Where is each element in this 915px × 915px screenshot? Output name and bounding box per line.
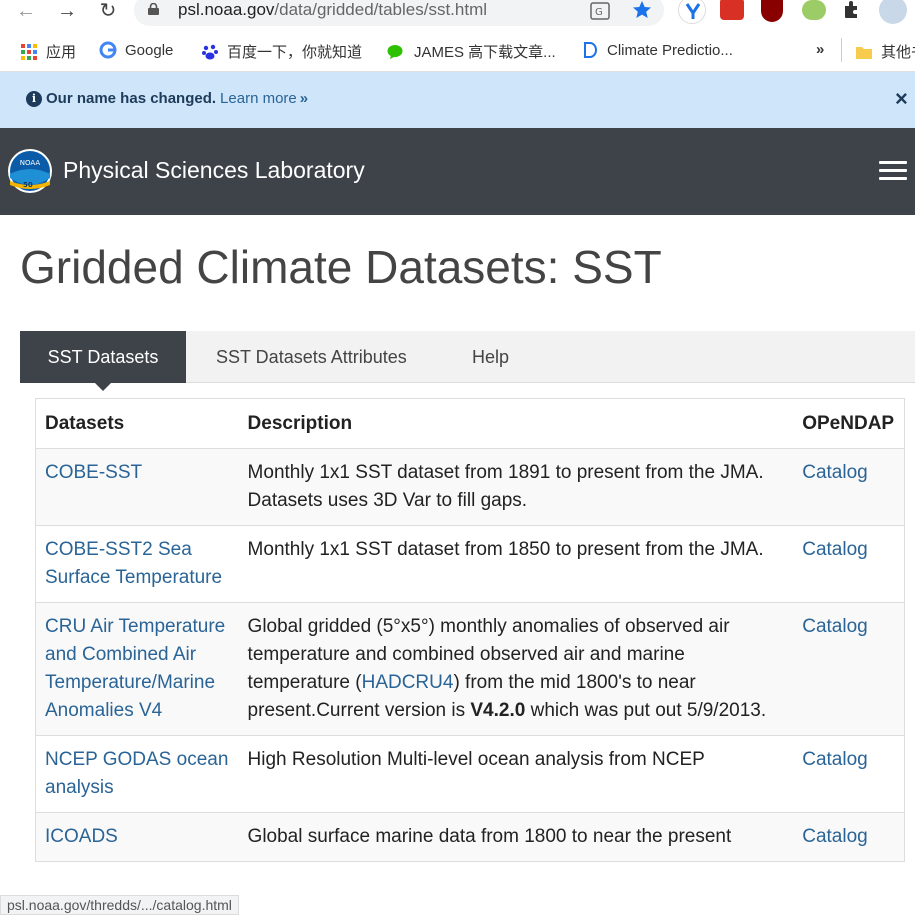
- folder-icon: [856, 46, 872, 59]
- url-text: psl.noaa.gov/data/gridded/tables/sst.htm…: [178, 0, 488, 19]
- more-icon: »: [816, 41, 825, 58]
- reload-icon[interactable]: ↻: [96, 0, 120, 24]
- extensions-icon[interactable]: [841, 0, 863, 20]
- double-chevron-icon[interactable]: »: [300, 90, 308, 107]
- bookmarks-more-button[interactable]: »: [816, 41, 824, 58]
- forward-arrow-icon[interactable]: →: [55, 0, 79, 24]
- bookmark-label: 其他书签: [881, 44, 915, 61]
- bookmark-label: 百度一下，你就知道: [227, 44, 363, 61]
- tab-sst-datasets[interactable]: SST Datasets: [20, 331, 186, 391]
- extension-puzzle-green-icon[interactable]: [802, 0, 826, 20]
- bookmark-baidu[interactable]: 百度一下，你就知道: [201, 41, 362, 62]
- table-row: COBE-SST Monthly 1x1 SST dataset from 18…: [35, 449, 905, 526]
- tab-label: SST Datasets Attributes: [216, 347, 407, 367]
- bookmark-divider: [841, 38, 842, 62]
- close-icon[interactable]: ×: [895, 86, 915, 112]
- address-bar[interactable]: psl.noaa.gov/data/gridded/tables/sst.htm…: [134, 0, 664, 26]
- svg-text:50: 50: [23, 181, 33, 189]
- bookmark-label: JAMES 高下载文章...: [414, 44, 556, 61]
- dataset-description: Global surface marine data from 1800 to …: [247, 826, 732, 847]
- bookmark-james[interactable]: JAMES 高下载文章...: [386, 41, 556, 62]
- tab-bar: SST Datasets SST Datasets Attributes Hel…: [20, 331, 915, 391]
- catalog-link[interactable]: Catalog: [802, 826, 868, 847]
- dataset-description: High Resolution Multi-level ocean analys…: [247, 749, 705, 770]
- banner-message: i Our name has changed. Learn more »: [26, 90, 308, 107]
- table-row: COBE-SST2 Sea Surface Temperature Monthl…: [35, 526, 905, 603]
- dataset-description: Global gridded (5°x5°) monthly anomalies…: [239, 603, 794, 735]
- back-arrow-icon[interactable]: ←: [14, 0, 38, 24]
- table-header-row: Datasets Description OPeNDAP: [35, 399, 905, 449]
- bookmark-apps[interactable]: 应用: [20, 41, 76, 62]
- bookmark-d-icon: [584, 42, 597, 58]
- wechat-icon: [387, 44, 403, 59]
- extension-y-icon[interactable]: [678, 0, 706, 24]
- star-icon[interactable]: [632, 0, 652, 20]
- banner-text: Our name has changed.: [46, 90, 217, 107]
- dataset-link[interactable]: NCEP GODAS ocean analysis: [45, 749, 228, 798]
- extension-dots-icon[interactable]: [720, 0, 744, 20]
- svg-text:G: G: [595, 7, 603, 18]
- catalog-link[interactable]: Catalog: [802, 539, 868, 560]
- catalog-link[interactable]: Catalog: [802, 749, 868, 770]
- baidu-paw-icon: [202, 44, 218, 59]
- column-header: OPeNDAP: [802, 413, 895, 434]
- info-icon: i: [26, 90, 42, 107]
- tab-label: Help: [472, 347, 510, 367]
- menu-hamburger-icon[interactable]: [879, 161, 907, 181]
- catalog-link[interactable]: Catalog: [802, 462, 868, 483]
- bookmark-label: Google: [125, 41, 174, 59]
- table-row: NCEP GODAS ocean analysis High Resolutio…: [35, 736, 905, 813]
- hadcru4-link[interactable]: HADCRU4: [362, 672, 454, 693]
- profile-avatar[interactable]: [879, 0, 907, 24]
- page-title: Gridded Climate Datasets: SST: [20, 241, 662, 293]
- translate-icon[interactable]: G: [590, 1, 610, 21]
- svg-text:NOAA: NOAA: [20, 159, 41, 167]
- site-header: NOAA 50 Physical Sciences Laboratory: [0, 128, 915, 215]
- name-change-banner: i Our name has changed. Learn more » ×: [0, 72, 915, 128]
- table-row: CRU Air Temperature and Combined Air Tem…: [35, 603, 905, 736]
- catalog-link[interactable]: Catalog: [802, 616, 868, 637]
- site-title[interactable]: Physical Sciences Laboratory: [63, 157, 365, 184]
- dataset-description: Monthly 1x1 SST dataset from 1891 to pre…: [247, 462, 764, 511]
- bookmark-label: 应用: [46, 44, 77, 61]
- dataset-link[interactable]: CRU Air Temperature and Combined Air Tem…: [45, 616, 225, 721]
- version-text: V4.2.0: [470, 700, 526, 721]
- bookmarks-bar: 应用 Google 百度一下，你就知道 JAMES 高下载文章... Clima…: [0, 30, 915, 72]
- tab-help[interactable]: Help: [472, 331, 509, 383]
- dataset-description: Monthly 1x1 SST dataset from 1850 to pre…: [247, 539, 764, 560]
- learn-more-link[interactable]: Learn more: [220, 90, 297, 107]
- bookmark-climate[interactable]: Climate Predictio...: [581, 41, 733, 59]
- dataset-link[interactable]: ICOADS: [45, 826, 118, 847]
- table-row: ICOADS Global surface marine data from 1…: [35, 813, 905, 862]
- ublock-icon[interactable]: [761, 0, 783, 22]
- column-header: Description: [247, 413, 353, 434]
- bookmark-google[interactable]: Google: [99, 41, 173, 59]
- noaa-logo[interactable]: NOAA 50: [7, 148, 53, 194]
- dataset-link[interactable]: COBE-SST2 Sea Surface Temperature: [45, 539, 222, 588]
- bookmark-other-folder[interactable]: 其他书签: [855, 41, 915, 62]
- tab-label: SST Datasets: [47, 347, 159, 367]
- bookmark-label: Climate Predictio...: [607, 41, 733, 59]
- browser-toolbar: ← → ↻ psl.noaa.gov/data/gridded/tables/s…: [0, 0, 915, 30]
- datasets-table: Datasets Description OPeNDAP COBE-SST Mo…: [35, 398, 905, 862]
- status-bar-url: psl.noaa.gov/thredds/.../catalog.html: [0, 895, 239, 915]
- google-icon: [99, 41, 117, 59]
- tab-sst-datasets-attributes[interactable]: SST Datasets Attributes: [216, 331, 407, 383]
- dataset-link[interactable]: COBE-SST: [45, 462, 142, 483]
- lock-icon: [148, 3, 159, 15]
- column-header: Datasets: [45, 413, 125, 434]
- apps-grid-icon: [21, 43, 37, 60]
- description-text: which was put out 5/9/2013.: [525, 700, 767, 721]
